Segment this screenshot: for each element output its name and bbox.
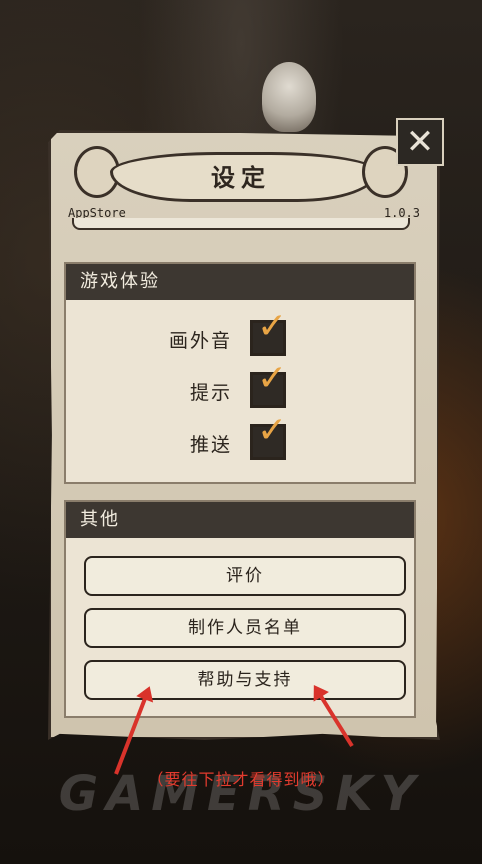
option-push[interactable]: 推送 ✓ (66, 413, 414, 464)
option-voiceover[interactable]: 画外音 ✓ (66, 309, 414, 360)
check-icon: ✓ (257, 358, 288, 399)
hints-checkbox[interactable]: ✓ (250, 361, 287, 408)
check-icon: ✓ (257, 306, 288, 347)
annotation-note: （要往下拉才看得到哦） (147, 770, 335, 789)
scrolled-item-edge (72, 218, 410, 230)
voiceover-checkbox[interactable]: ✓ (250, 309, 287, 356)
section-other: 其他 评价 制作人员名单 帮助与支持 (64, 500, 416, 718)
option-label: 推送 (189, 434, 232, 456)
option-label: 提示 (189, 382, 232, 404)
check-icon: ✓ (257, 410, 288, 451)
help-support-button[interactable]: 帮助与支持 (84, 660, 406, 700)
option-label: 画外音 (168, 330, 232, 352)
close-button[interactable]: ✕ (396, 118, 444, 166)
section-game-experience: 游戏体验 画外音 ✓ 提示 ✓ 推送 ✓ (64, 262, 416, 484)
close-icon: ✕ (405, 122, 435, 162)
rate-button[interactable]: 评价 (84, 556, 406, 596)
section-header: 游戏体验 (66, 264, 414, 300)
push-checkbox[interactable]: ✓ (250, 413, 287, 460)
credits-button[interactable]: 制作人员名单 (84, 608, 406, 648)
section-header: 其他 (66, 502, 414, 538)
option-hints[interactable]: 提示 ✓ (66, 361, 414, 412)
owl-statue (262, 62, 316, 132)
